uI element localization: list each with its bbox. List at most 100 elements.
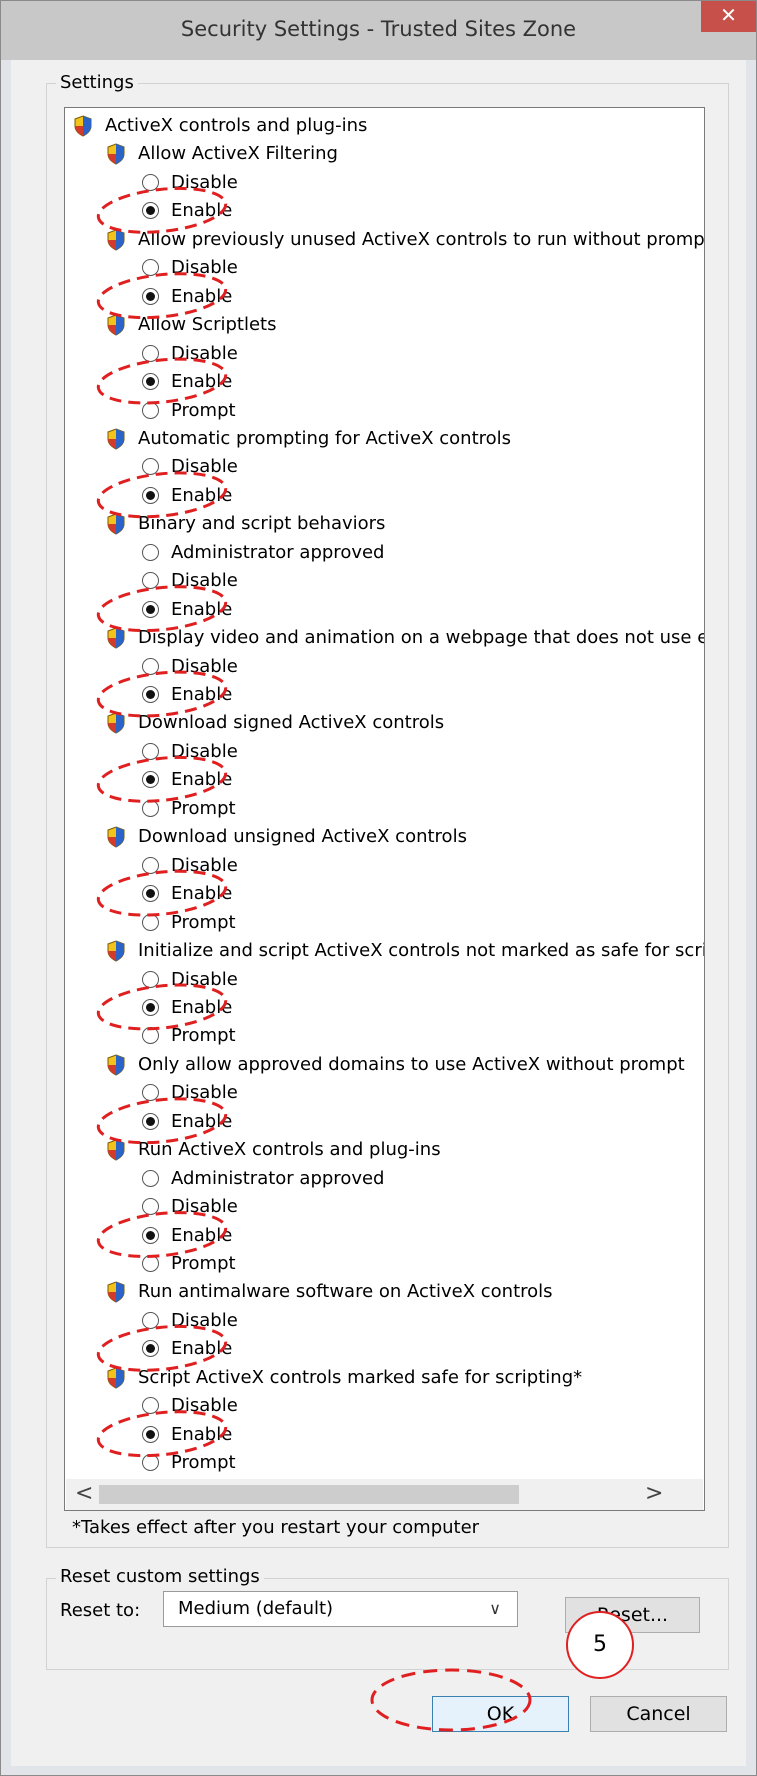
option-row[interactable]: Enable — [65, 1335, 704, 1363]
radio-unselected[interactable] — [142, 572, 159, 590]
option-row[interactable]: Disable — [65, 1392, 704, 1420]
option-row[interactable]: Disable — [65, 1079, 704, 1107]
option-label: Prompt — [171, 911, 236, 933]
radio-unselected[interactable] — [142, 458, 159, 476]
radio-unselected[interactable] — [142, 1198, 159, 1216]
option-label: Prompt — [171, 797, 236, 819]
option-label: Enable — [171, 598, 233, 620]
scroll-right-arrow[interactable]: > — [645, 1481, 663, 1506]
radio-selected[interactable] — [142, 1226, 159, 1244]
option-row[interactable]: Prompt — [65, 1022, 704, 1050]
option-row[interactable]: Enable — [65, 681, 704, 709]
step-number-badge: 5 — [566, 1611, 634, 1679]
option-row[interactable]: Disable — [65, 453, 704, 481]
reset-legend: Reset custom settings — [56, 1566, 264, 1587]
radio-selected[interactable] — [142, 998, 159, 1016]
option-label: Enable — [171, 996, 233, 1018]
category-row: ActiveX controls and plug-ins — [65, 112, 704, 140]
option-row[interactable]: Disable — [65, 966, 704, 994]
radio-selected[interactable] — [142, 686, 159, 703]
option-label: Enable — [171, 1224, 233, 1246]
horizontal-scrollbar[interactable]: < > — [66, 1479, 703, 1510]
shield-icon — [106, 712, 126, 734]
option-row[interactable]: Disable — [65, 169, 704, 197]
option-row[interactable]: Disable — [65, 653, 704, 681]
radio-unselected[interactable] — [142, 173, 159, 191]
radio-unselected[interactable] — [142, 543, 159, 561]
settings-legend: Settings — [56, 72, 138, 93]
option-row[interactable]: Enable — [65, 1108, 704, 1136]
option-row[interactable]: Disable — [65, 852, 704, 880]
option-row[interactable]: Enable — [65, 596, 704, 624]
settings-tree[interactable]: < > ActiveX controls and plug-ins Allow A… — [64, 107, 705, 1511]
setting-row: Download signed ActiveX controls — [65, 709, 704, 737]
option-row[interactable]: Prompt — [65, 795, 704, 823]
radio-selected[interactable] — [142, 885, 159, 903]
setting-label: Initialize and script ActiveX controls n… — [138, 940, 705, 962]
option-row[interactable]: Enable — [65, 994, 704, 1022]
option-row[interactable]: Prompt — [65, 1449, 704, 1477]
option-row[interactable]: Prompt — [65, 909, 704, 937]
option-row[interactable]: Disable — [65, 1193, 704, 1221]
option-row[interactable]: Disable — [65, 1307, 704, 1335]
cancel-button[interactable]: Cancel — [590, 1696, 727, 1732]
option-row[interactable]: Enable — [65, 482, 704, 510]
option-label: Disable — [171, 655, 238, 677]
close-button[interactable]: ✕ — [701, 1, 756, 32]
ok-button[interactable]: OK — [432, 1696, 569, 1732]
scroll-left-arrow[interactable]: < — [75, 1481, 93, 1506]
radio-unselected[interactable] — [142, 856, 159, 874]
option-row[interactable]: Disable — [65, 254, 704, 282]
radio-unselected[interactable] — [142, 742, 159, 760]
option-row[interactable]: Disable — [65, 340, 704, 368]
option-row[interactable]: Disable — [65, 567, 704, 595]
shield-icon — [106, 143, 126, 165]
radio-selected[interactable] — [142, 486, 159, 504]
radio-unselected[interactable] — [142, 913, 159, 931]
option-row[interactable]: Disable — [65, 738, 704, 766]
radio-unselected[interactable] — [142, 401, 159, 419]
radio-selected[interactable] — [142, 771, 159, 789]
radio-selected[interactable] — [142, 1112, 159, 1130]
option-label: Disable — [171, 1309, 238, 1331]
radio-unselected[interactable] — [142, 1169, 159, 1187]
radio-unselected[interactable] — [142, 1454, 159, 1472]
setting-label: Only allow approved domains to use Activ… — [138, 1053, 685, 1075]
option-label: Administrator approved — [171, 1167, 385, 1189]
option-label: Disable — [171, 1395, 238, 1417]
radio-unselected[interactable] — [142, 1255, 159, 1272]
option-row[interactable]: Enable — [65, 766, 704, 794]
radio-unselected[interactable] — [142, 657, 159, 675]
radio-selected[interactable] — [142, 202, 159, 220]
option-row[interactable]: Prompt — [65, 1250, 704, 1278]
option-row[interactable]: Enable — [65, 880, 704, 908]
option-label: Enable — [171, 484, 233, 506]
radio-unselected[interactable] — [142, 259, 159, 277]
radio-unselected[interactable] — [142, 1027, 159, 1045]
radio-unselected[interactable] — [142, 1311, 159, 1329]
radio-selected[interactable] — [142, 1340, 159, 1358]
radio-selected[interactable] — [142, 600, 159, 618]
reset-level-select[interactable]: Medium (default) ∨ — [163, 1591, 518, 1627]
option-row[interactable]: Enable — [65, 368, 704, 396]
option-row[interactable]: Administrator approved — [65, 1165, 704, 1193]
radio-selected[interactable] — [142, 287, 159, 305]
radio-selected[interactable] — [142, 1425, 159, 1443]
option-row[interactable]: Enable — [65, 283, 704, 311]
radio-unselected[interactable] — [142, 1084, 159, 1102]
radio-unselected[interactable] — [142, 1397, 159, 1415]
option-row[interactable]: Enable — [65, 1222, 704, 1250]
option-row[interactable]: Enable — [65, 1421, 704, 1449]
scroll-thumb[interactable] — [99, 1485, 519, 1504]
option-row[interactable]: Prompt — [65, 397, 704, 425]
option-label: Disable — [171, 257, 238, 279]
option-label: Prompt — [171, 1253, 236, 1274]
radio-unselected[interactable] — [142, 344, 159, 362]
setting-row: Display video and animation on a webpage… — [65, 624, 704, 652]
option-row[interactable]: Administrator approved — [65, 539, 704, 567]
radio-unselected[interactable] — [142, 970, 159, 988]
radio-unselected[interactable] — [142, 799, 159, 817]
shield-icon — [106, 428, 126, 450]
radio-selected[interactable] — [142, 373, 159, 391]
option-row[interactable]: Enable — [65, 197, 704, 225]
